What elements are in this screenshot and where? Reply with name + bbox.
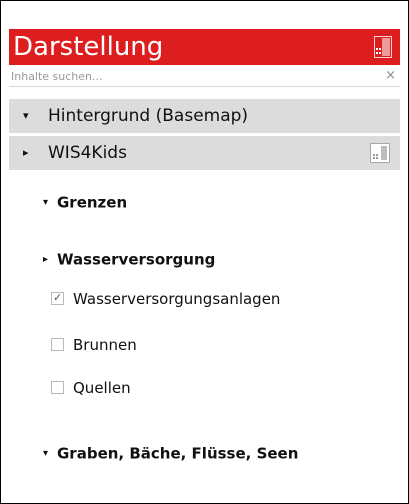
collapsed-arrow-icon: ▸ (23, 146, 29, 159)
legend-icon[interactable] (370, 143, 390, 163)
search-input[interactable] (9, 67, 371, 85)
layer-checkbox[interactable] (51, 338, 64, 351)
legend-icon[interactable] (374, 36, 392, 58)
clear-search-button[interactable]: × (385, 66, 396, 86)
layer-label: Brunnen (73, 336, 137, 354)
expanded-arrow-icon: ▾ (43, 197, 49, 208)
layer-label: Wasserversorgungsanlagen (73, 290, 281, 308)
expanded-arrow-icon: ▾ (23, 109, 29, 122)
subgroup-wasserversorgung[interactable]: ▸ Wasserversorgung (43, 249, 215, 269)
group-label: Hintergrund (Basemap) (48, 106, 249, 126)
panel-header: Darstellung (9, 29, 400, 65)
search-bar: × (9, 66, 400, 87)
subgroup-grenzen[interactable]: ▾ Grenzen (43, 192, 127, 212)
layer-checkbox[interactable]: ✓ (51, 291, 64, 305)
group-wis4kids[interactable]: ▸ WIS4Kids (9, 136, 400, 170)
layer-checkbox[interactable] (51, 381, 64, 394)
collapsed-arrow-icon: ▸ (43, 254, 49, 265)
layer-label: Quellen (73, 379, 131, 397)
expanded-arrow-icon: ▾ (43, 448, 49, 459)
panel-title: Darstellung (13, 32, 164, 62)
subgroup-graben[interactable]: ▾ Graben, Bäche, Flüsse, Seen (43, 443, 298, 463)
layer-panel: Darstellung × ▾ Hintergrund (Basemap) ▸ … (0, 0, 409, 504)
subgroup-label: Graben, Bäche, Flüsse, Seen (57, 444, 299, 463)
subgroup-label: Wasserversorgung (57, 250, 216, 269)
group-label: WIS4Kids (48, 143, 127, 163)
group-hintergrund[interactable]: ▾ Hintergrund (Basemap) (9, 99, 400, 133)
subgroup-label: Grenzen (57, 193, 128, 212)
check-icon: ✓ (53, 291, 63, 304)
